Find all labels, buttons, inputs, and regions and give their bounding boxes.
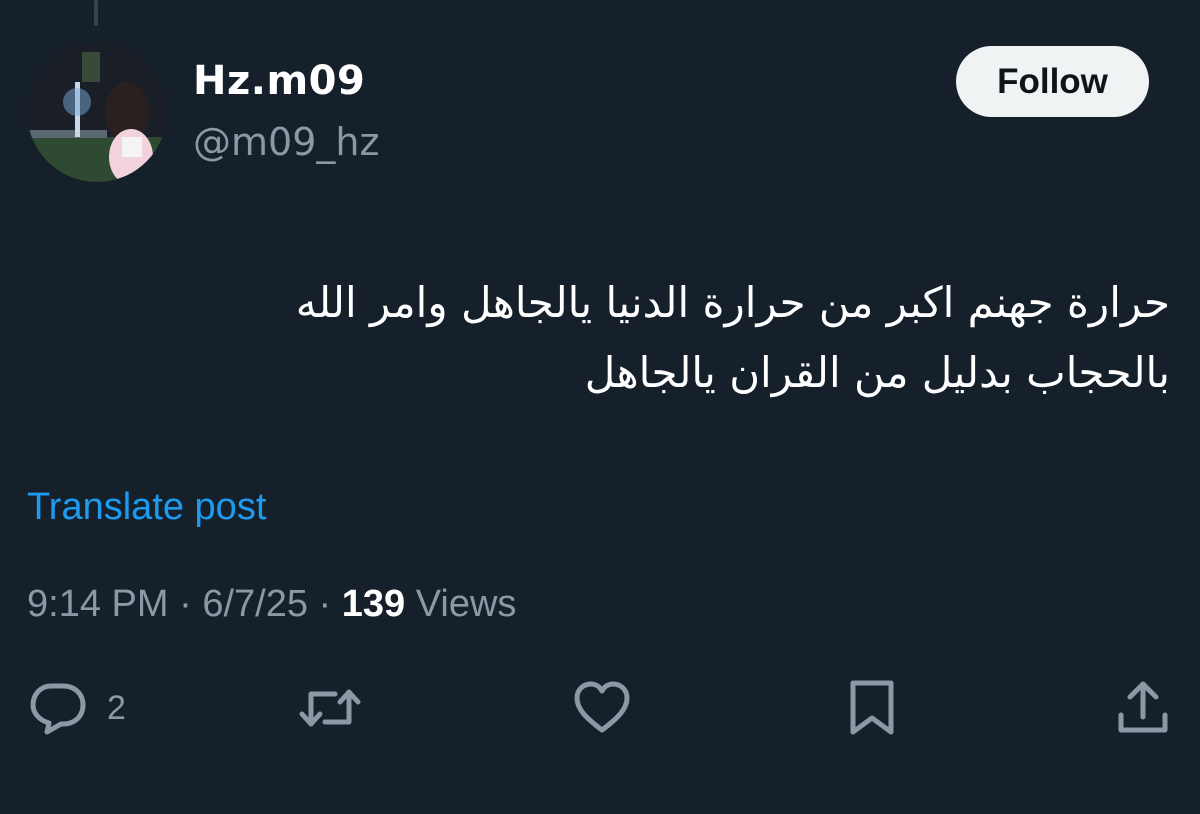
share-icon	[1118, 681, 1168, 733]
post-meta: 9:14 PM · 6/7/25 · 139 Views	[27, 583, 516, 626]
author-handle[interactable]: @m09_hz	[193, 120, 379, 164]
like-button[interactable]	[572, 680, 632, 736]
post-text-line: حرارة جهنم اكبر من حرارة الدنيا يالجاهل …	[295, 278, 1170, 327]
post-date[interactable]: 6/7/25	[202, 583, 308, 625]
views-label: Views	[405, 583, 517, 625]
bookmark-button[interactable]	[845, 680, 899, 736]
profile-photo-icon	[27, 42, 167, 182]
bookmark-icon	[850, 680, 894, 735]
action-bar: 2	[0, 680, 1200, 740]
repost-icon	[299, 689, 361, 727]
reply-button[interactable]: 2	[27, 680, 126, 736]
translate-post-link[interactable]: Translate post	[27, 486, 266, 529]
post-text-line: بالحجاب بدليل من القران يالجاهل	[584, 348, 1170, 397]
reply-count: 2	[107, 688, 126, 727]
avatar[interactable]	[27, 42, 167, 182]
meta-separator: ·	[307, 583, 342, 625]
thread-connector-line	[94, 0, 98, 26]
post-time[interactable]: 9:14 PM	[27, 583, 169, 625]
share-button[interactable]	[1114, 680, 1172, 736]
post-text: حرارة جهنم اكبر من حرارة الدنيا يالجاهل …	[170, 268, 1170, 408]
views-count: 139	[341, 583, 406, 625]
reply-icon	[30, 683, 86, 735]
author-display-name[interactable]: Hz.m09	[193, 58, 365, 104]
like-icon	[574, 681, 630, 733]
follow-button[interactable]: Follow	[956, 46, 1149, 117]
repost-button[interactable]	[297, 680, 363, 736]
meta-separator: ·	[168, 583, 203, 625]
